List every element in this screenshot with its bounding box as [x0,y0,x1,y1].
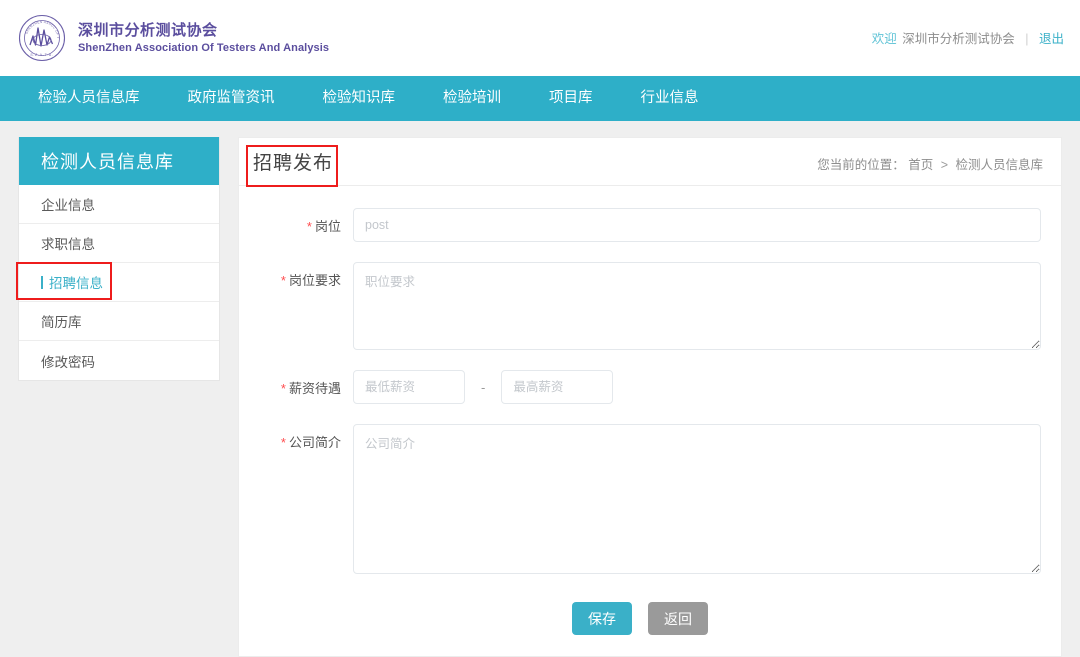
required-asterisk: * [306,219,312,234]
org-name-en: ShenZhen Association Of Testers And Anal… [78,41,330,54]
form-row-post: * 岗位 [239,208,1041,242]
back-button[interactable]: 返回 [648,602,708,635]
required-asterisk: * [280,273,286,288]
sidebar-item-recruitment-info[interactable]: 招聘信息 [19,263,219,302]
sidebar-item-label: 招聘信息 [49,276,103,291]
save-button[interactable]: 保存 [572,602,632,635]
recruitment-form: *岗位 *岗位要求 *薪资待遇 - [239,186,1061,635]
page-title: 招聘发布 [253,153,334,174]
required-asterisk: * [280,435,286,450]
brand[interactable]: SHENZHEN ASSOC OF TESTERS S.Z.A.T.A. 深圳市… [17,11,329,62]
post-input[interactable] [353,208,1041,242]
sidebar-item-label: 求职信息 [41,237,95,252]
form-row-requirement: * 岗位要求 [239,262,1041,350]
nav-item-government-news[interactable]: 政府监管资讯 [164,76,299,121]
salary-control: - [341,370,1041,404]
breadcrumb-home[interactable]: 首页 [908,158,933,172]
sidebar-item-job-seeking[interactable]: 求职信息 [19,224,219,263]
post-control [341,208,1041,242]
sidebar-title: 检测人员信息库 [19,137,219,185]
salary-min-input[interactable] [353,370,465,404]
header-separator: | [1025,32,1029,46]
association-seal-logo-icon: SHENZHEN ASSOC OF TESTERS S.Z.A.T.A. [17,11,66,62]
page-root: SHENZHEN ASSOC OF TESTERS S.Z.A.T.A. 深圳市… [0,0,1080,657]
sidebar-item-label: 简历库 [41,315,82,330]
form-row-company: * 公司简介 [239,424,1041,574]
breadcrumb-current: 检测人员信息库 [955,158,1043,172]
company-textarea[interactable] [353,424,1041,574]
content-panel: 招聘发布 您当前的位置： 首页 > 检测人员信息库 *岗位 *岗位要求 [238,137,1062,657]
site-header: SHENZHEN ASSOC OF TESTERS S.Z.A.T.A. 深圳市… [0,0,1080,76]
form-actions: 保存 返回 [239,602,1041,635]
form-row-salary: *薪资待遇 - [239,370,1041,404]
brand-text: 深圳市分析测试协会 ShenZhen Association Of Tester… [78,22,329,55]
breadcrumb-separator: > [940,158,948,172]
header-user-area: 欢迎 深圳市分析测试协会 | 退出 [872,28,1064,47]
salary-label-text: 薪资待遇 [288,381,341,396]
sidebar-item-label: 企业信息 [41,198,95,213]
nav-item-inspector-database[interactable]: 检验人员信息库 [14,76,164,121]
logout-link[interactable]: 退出 [1039,32,1064,46]
nav-item-project-library[interactable]: 项目库 [525,76,617,121]
sidebar-item-company-info[interactable]: 企业信息 [19,185,219,224]
sidebar: 检测人员信息库 企业信息 求职信息 招聘信息 简历库 修改密码 [18,137,220,381]
nav-item-training[interactable]: 检验培训 [419,76,525,121]
requirement-control [341,262,1041,350]
salary-label: * 薪资待遇 [239,370,341,404]
welcome-label: 欢迎 [871,32,897,46]
user-name: 深圳市分析测试协会 [902,32,1015,46]
svg-text:S.Z.A.T.A.: S.Z.A.T.A. [30,53,53,57]
company-label-text: 公司简介 [288,435,341,450]
requirement-label: * 岗位要求 [239,262,341,350]
requirement-label-text: 岗位要求 [288,273,341,288]
required-asterisk: * [280,381,286,396]
salary-max-input[interactable] [501,370,614,404]
content-header: 招聘发布 您当前的位置： 首页 > 检测人员信息库 [239,138,1061,186]
main-navigation: 检验人员信息库 政府监管资讯 检验知识库 检验培训 项目库 行业信息 [0,76,1080,121]
nav-item-industry-info[interactable]: 行业信息 [617,76,723,121]
post-label: * 岗位 [239,208,341,242]
breadcrumb-label: 您当前的位置： [817,158,905,172]
active-indicator-bar [41,275,43,289]
sidebar-item-resume-library[interactable]: 简历库 [19,302,219,341]
post-label-text: 岗位 [314,219,341,234]
nav-item-knowledge-base[interactable]: 检验知识库 [299,76,420,121]
company-control [341,424,1041,574]
sidebar-item-label: 修改密码 [41,354,95,370]
breadcrumb: 您当前的位置： 首页 > 检测人员信息库 [817,154,1043,173]
sidebar-item-change-password[interactable]: 修改密码 [19,341,219,380]
salary-range-dash: - [481,379,486,395]
org-name-cn: 深圳市分析测试协会 [78,21,218,39]
requirement-textarea[interactable] [353,262,1041,350]
company-label: * 公司简介 [239,424,341,574]
